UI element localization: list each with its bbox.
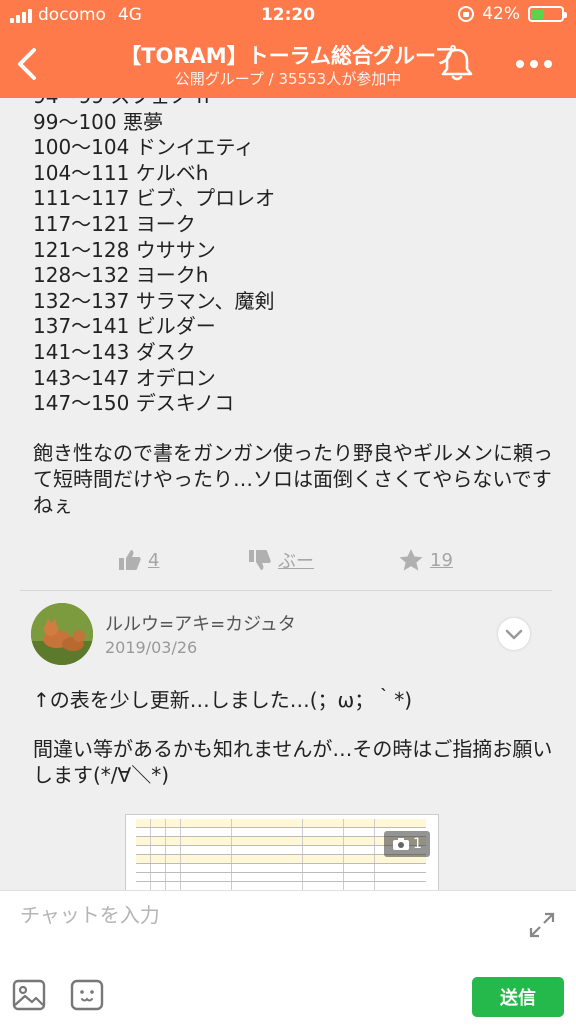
group-subtitle: 公開グループ / 35553人が参加中: [174, 70, 402, 88]
thumbnail-row: [136, 864, 426, 873]
chat-bar: 送信: [0, 890, 576, 1025]
thumbnail-row: [136, 837, 426, 846]
list-item: 100～104 ドンイエティ: [33, 135, 255, 160]
thumbnail-row: [136, 846, 426, 855]
camera-icon: [393, 838, 410, 850]
photo-count: 1: [413, 836, 422, 852]
battery-level: [531, 9, 544, 19]
thumbs-down-icon: [249, 550, 271, 570]
table-image-thumbnail: [136, 819, 426, 890]
fox-photo-icon: [31, 603, 93, 665]
post-thread[interactable]: 94～99 スフェノ h99～100 悪夢100～104 ドンイエティ104～1…: [0, 98, 576, 890]
leveling-list: 94～99 スフェノ h99～100 悪夢100～104 ドンイエティ104～1…: [33, 98, 275, 417]
back-arrow-icon: [18, 48, 36, 80]
list-item: 128～132 ヨークh: [33, 263, 209, 288]
rotation-lock-icon: [458, 6, 475, 22]
notification-button[interactable]: [440, 46, 474, 82]
comment-text-line2: 間違い等があるかも知れませんが…その時はご指摘お願いします(*/∀＼*): [33, 737, 553, 787]
list-item: 147～150 デスキノコ: [33, 391, 235, 416]
back-button[interactable]: [10, 44, 46, 84]
sticker-button[interactable]: [70, 979, 104, 1011]
more-options-button[interactable]: [514, 52, 554, 76]
thumbnail-row: [136, 828, 426, 837]
list-item: 141～143 ダスク: [33, 339, 196, 364]
photo-count-badge: 1: [384, 831, 430, 857]
list-item: 111～117 ビブ、プロレオ: [33, 186, 276, 211]
list-item: 94～99 スフェノ h: [33, 98, 275, 110]
thumbnail-row: [136, 873, 426, 882]
send-button[interactable]: 送信: [472, 977, 564, 1017]
star-icon: [399, 549, 423, 571]
thumbnail-row: [136, 882, 426, 890]
list-item: 99～100 悪夢: [33, 109, 163, 134]
battery-icon: [528, 6, 567, 22]
like-count: 4: [148, 549, 160, 571]
status-bar: docomo 4G 12:20 42%: [0, 0, 576, 30]
list-item: 137～141 ビルダー: [33, 314, 216, 339]
avatar[interactable]: [31, 603, 93, 665]
favorite-button[interactable]: 19: [398, 546, 453, 574]
list-item: 117～121 ヨーク: [33, 211, 196, 236]
post-body: 飽き性なので書をガンガン使ったり野良やギルメンに頼って短時間だけやったり…ソロは…: [33, 441, 553, 517]
boo-label: ぶー: [278, 551, 314, 572]
emoji-face-icon: [70, 979, 104, 1011]
expand-icon: [529, 912, 555, 938]
battery-percent: 42%: [482, 4, 520, 24]
group-title: 【TORAM】トーラム総合グループ: [120, 44, 456, 68]
thumbnail-row: [136, 819, 426, 828]
comment-text-line1: ↑の表を少し更新…しました…(；ω；｀*): [33, 688, 413, 712]
favorite-count: 19: [430, 549, 453, 571]
boo-button[interactable]: ぶー: [248, 546, 314, 574]
comment-menu-button[interactable]: [498, 618, 530, 650]
list-item: 132～137 サラマン、魔剣: [33, 288, 275, 313]
group-header: 【TORAM】トーラム総合グループ 公開グループ / 35553人が参加中: [0, 30, 576, 98]
image-attach-button[interactable]: [12, 979, 46, 1011]
image-icon: [12, 979, 46, 1011]
thumbs-up-icon: [119, 550, 141, 570]
thumbnail-row: [136, 855, 426, 864]
attached-image[interactable]: 1: [125, 814, 439, 890]
chat-input[interactable]: [20, 903, 480, 927]
more-dots-icon: [516, 60, 552, 68]
divider: [20, 590, 552, 591]
list-item: 104～111 ケルベh: [33, 160, 209, 185]
comment-author[interactable]: ルルウ=アキ=カジュタ: [105, 610, 296, 636]
bell-icon: [441, 48, 473, 81]
list-item: 143～147 オデロン: [33, 365, 216, 390]
list-item: 121～128 ウササン: [33, 237, 216, 262]
comment-date: 2019/03/26: [105, 638, 198, 657]
chevron-down-icon: [505, 629, 523, 640]
like-button[interactable]: 4: [118, 546, 159, 574]
expand-button[interactable]: [528, 911, 556, 939]
